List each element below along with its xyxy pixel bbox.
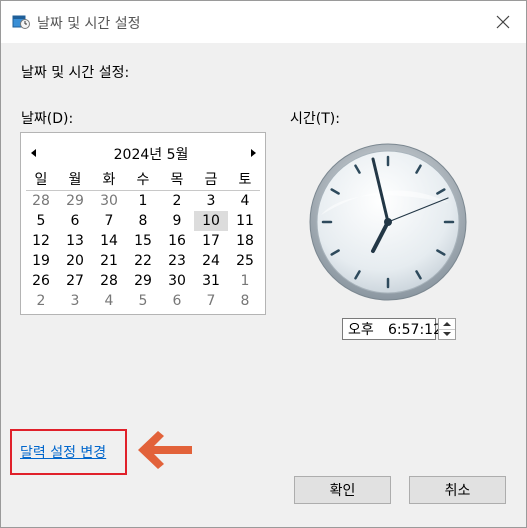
cancel-button[interactable]: 취소: [409, 476, 506, 504]
calendar-day[interactable]: 19: [24, 251, 58, 271]
calendar-day[interactable]: 4: [228, 191, 262, 211]
calendar-day[interactable]: 12: [24, 231, 58, 251]
calendar-day[interactable]: 2: [24, 291, 58, 311]
weekday-label: 토: [238, 172, 252, 188]
calendar-week: 19 20 21 22 23 24 25: [24, 251, 262, 271]
calendar-day[interactable]: 28: [92, 271, 126, 291]
calendar-month-title[interactable]: 2024년 5월: [101, 144, 201, 164]
calendar-day[interactable]: 1: [126, 191, 160, 211]
analog-clock: [309, 143, 467, 301]
calendar-day[interactable]: 25: [228, 251, 262, 271]
weekday-label: 금: [204, 172, 218, 188]
calendar-day[interactable]: 3: [194, 191, 228, 211]
triangle-right-icon[interactable]: [247, 147, 259, 159]
time-value: 6:57:12: [388, 322, 442, 338]
calendar-grid: 일 월 화 수 목 금 토 28 29 30 1 2 3 4 5 6 7 8 9…: [24, 170, 262, 311]
calendar-day[interactable]: 9: [160, 211, 194, 231]
calendar-day[interactable]: 31: [194, 271, 228, 291]
calendar-day[interactable]: 6: [58, 211, 92, 231]
heading: 날짜 및 시간 설정:: [21, 65, 130, 81]
weekday-label: 일: [34, 172, 48, 188]
close-button[interactable]: [480, 1, 526, 43]
calendar-day[interactable]: 30: [160, 271, 194, 291]
calendar-day[interactable]: 2: [160, 191, 194, 211]
weekday-label: 화: [102, 172, 116, 188]
date-time-settings-window: 날짜 및 시간 설정 날짜 및 시간 설정: 날짜(D): 시간(T): 202…: [0, 0, 527, 528]
calendar-day[interactable]: 7: [194, 291, 228, 311]
calendar-day[interactable]: 21: [92, 251, 126, 271]
calendar[interactable]: 2024년 5월 일 월 화 수 목 금 토 28 29 30 1 2 3 4 …: [20, 132, 266, 315]
calendar-day[interactable]: 11: [228, 211, 262, 231]
time-spinner[interactable]: [438, 318, 456, 340]
calendar-day[interactable]: 30: [92, 191, 126, 211]
triangle-left-icon[interactable]: [28, 147, 40, 159]
calendar-day[interactable]: 8: [126, 211, 160, 231]
calendar-day[interactable]: 29: [58, 191, 92, 211]
weekday-label: 월: [68, 172, 82, 188]
calendar-day[interactable]: 1: [228, 271, 262, 291]
calendar-clock-icon: [12, 15, 30, 29]
title-bar: 날짜 및 시간 설정: [1, 1, 526, 43]
calendar-day[interactable]: 4: [92, 291, 126, 311]
close-icon: [496, 15, 510, 29]
change-calendar-settings-link[interactable]: 달력 설정 변경: [20, 442, 106, 462]
calendar-day[interactable]: 13: [58, 231, 92, 251]
calendar-day[interactable]: 26: [24, 271, 58, 291]
calendar-day-selected[interactable]: 10: [194, 211, 228, 231]
calendar-week: 28 29 30 1 2 3 4: [24, 191, 262, 211]
arrow-left-icon: [138, 431, 192, 469]
calendar-day[interactable]: 24: [194, 251, 228, 271]
date-label: 날짜(D):: [21, 111, 74, 127]
time-input[interactable]: 오후 6:57:12: [342, 318, 442, 340]
calendar-week: 26 27 28 29 30 31 1: [24, 271, 262, 291]
calendar-day[interactable]: 27: [58, 271, 92, 291]
calendar-day[interactable]: 7: [92, 211, 126, 231]
calendar-week: 5 6 7 8 9 10 11: [24, 211, 262, 231]
spin-down-icon[interactable]: [439, 329, 455, 339]
window-title: 날짜 및 시간 설정: [37, 16, 141, 32]
weekday-label: 수: [136, 172, 150, 188]
calendar-week: 12 13 14 15 16 17 18: [24, 231, 262, 251]
calendar-week: 2 3 4 5 6 7 8: [24, 291, 262, 311]
calendar-day[interactable]: 8: [228, 291, 262, 311]
calendar-day[interactable]: 3: [58, 291, 92, 311]
calendar-day[interactable]: 28: [24, 191, 58, 211]
weekday-header: 일 월 화 수 목 금 토: [24, 170, 262, 190]
weekday-label: 목: [170, 172, 184, 188]
calendar-day[interactable]: 18: [228, 231, 262, 251]
calendar-day[interactable]: 20: [58, 251, 92, 271]
time-label: 시간(T):: [290, 111, 340, 127]
calendar-day[interactable]: 17: [194, 231, 228, 251]
calendar-day[interactable]: 23: [160, 251, 194, 271]
calendar-day[interactable]: 6: [160, 291, 194, 311]
calendar-day[interactable]: 22: [126, 251, 160, 271]
ok-button[interactable]: 확인: [294, 476, 391, 504]
calendar-day[interactable]: 5: [126, 291, 160, 311]
calendar-day[interactable]: 14: [92, 231, 126, 251]
calendar-day[interactable]: 15: [126, 231, 160, 251]
calendar-day[interactable]: 29: [126, 271, 160, 291]
calendar-day[interactable]: 16: [160, 231, 194, 251]
time-ampm: 오후: [348, 322, 374, 338]
calendar-day[interactable]: 5: [24, 211, 58, 231]
